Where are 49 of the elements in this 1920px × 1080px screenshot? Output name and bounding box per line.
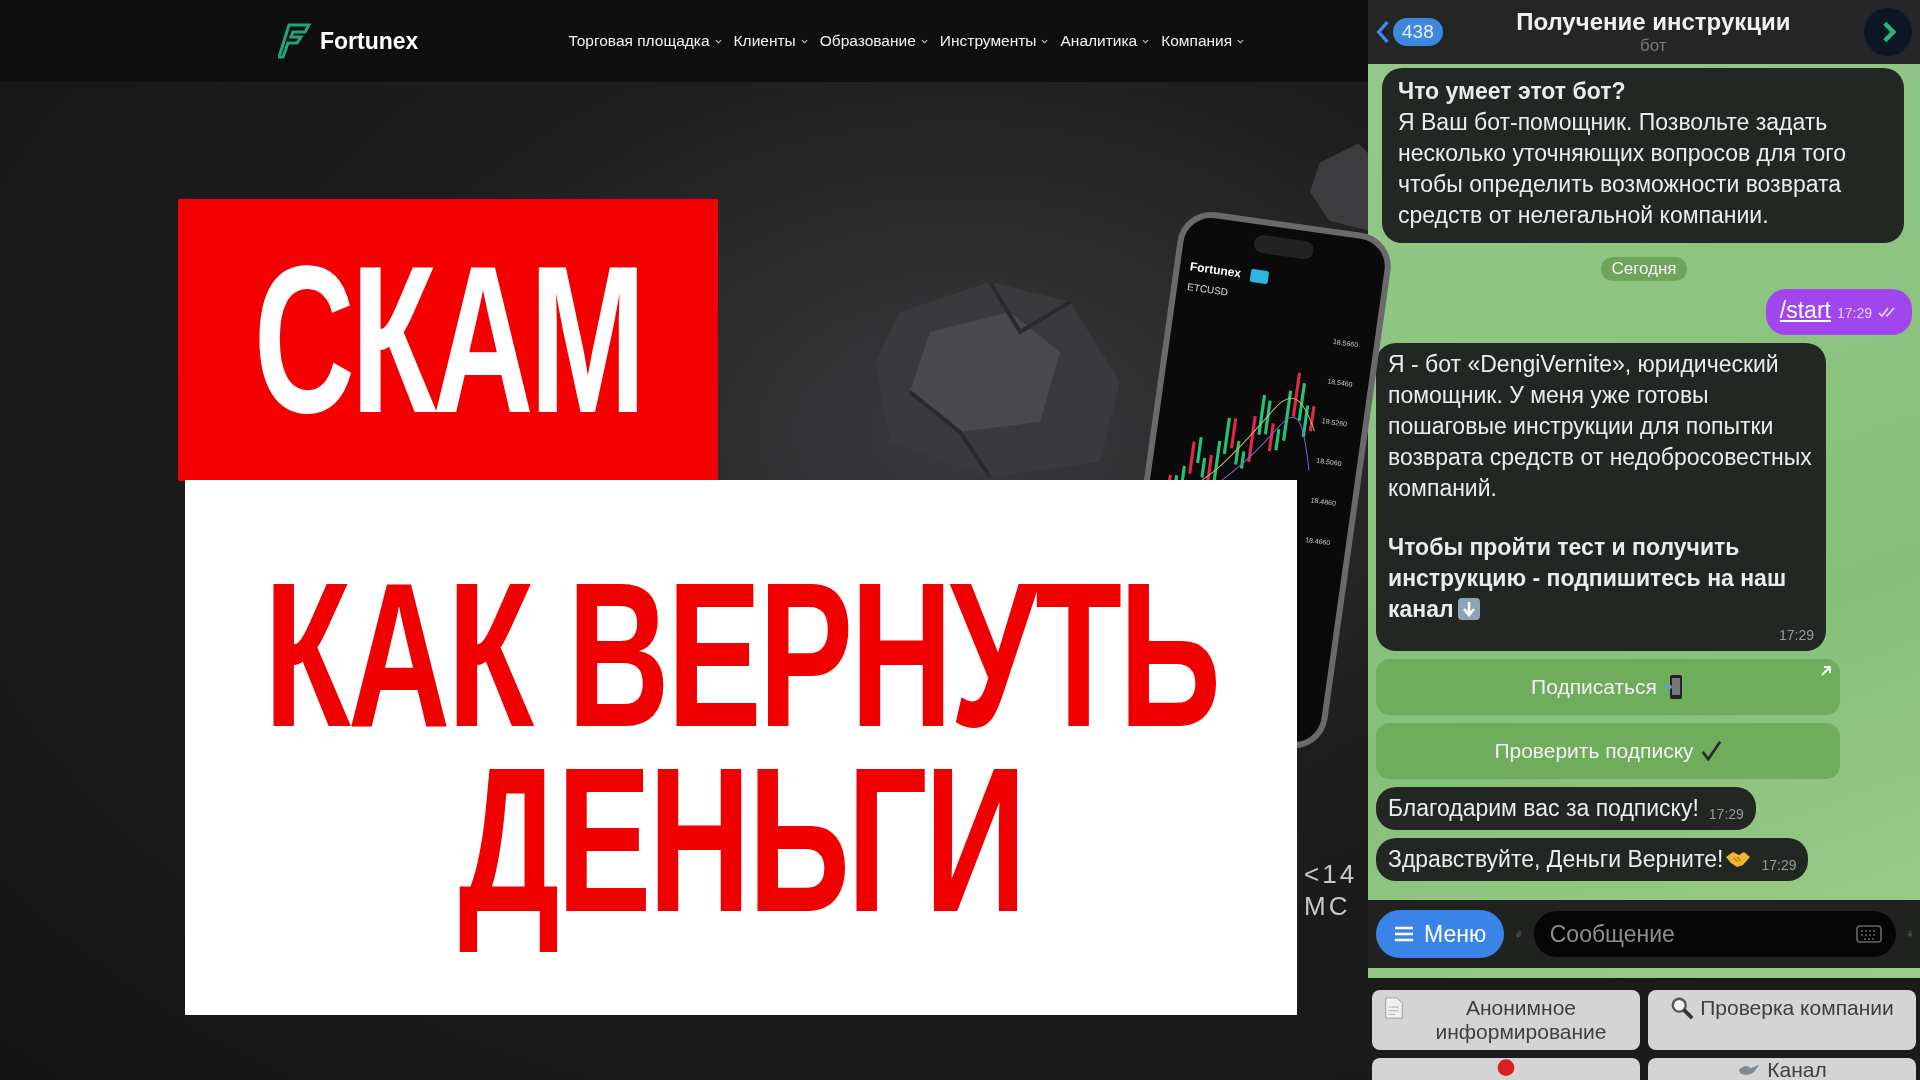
phone-icon [1662, 674, 1685, 700]
description-heading: Что умеет этот бот? [1398, 77, 1627, 106]
keyboard-button[interactable]: Канал [1648, 1058, 1916, 1080]
message-text: Я - бот «DengiVernite», юридический помощник. У меня уже готовы пошаговые инструкции для попытки возврата средств от недобросовестных компаний. [1388, 350, 1813, 503]
menu-button[interactable]: Меню [1376, 910, 1505, 958]
document-icon [1382, 996, 1406, 1020]
external-link-icon [1820, 665, 1832, 677]
message-text: Чтобы пройти тест и получить инструкцию - подпишитесь на наш канал [1388, 533, 1788, 624]
search-icon [1670, 996, 1695, 1020]
candle [1297, 383, 1306, 421]
date-chip: Сегодня [1601, 257, 1687, 281]
check-icon [1699, 738, 1722, 764]
nav-link[interactable]: Компания [1161, 32, 1245, 50]
message-text: Благодарим вас за подписку! [1388, 794, 1699, 823]
nav-link[interactable]: Аналитика [1060, 32, 1150, 50]
forward-icon[interactable] [1864, 8, 1912, 56]
corner-note: <14 [1304, 858, 1358, 890]
corner-note: МС [1304, 890, 1352, 922]
message-input[interactable]: Сообщение [1533, 911, 1896, 957]
message-time: 17:29 [1708, 805, 1744, 824]
command-link[interactable]: /start [1779, 295, 1831, 326]
message-time: 17:29 [1761, 856, 1797, 875]
keyboard-icon[interactable] [1855, 925, 1882, 943]
message-text: Здравствуйте, Деньги Верните! [1388, 844, 1752, 875]
candle [1229, 418, 1238, 449]
logo-icon [278, 23, 312, 59]
unread-count: 438 [1393, 18, 1443, 46]
candle [1291, 372, 1302, 417]
symbol-label: ETCUSD [1186, 281, 1230, 300]
description-text: Я Ваш бот-помощник. Позвольте задать несколько уточняющих вопросов для того чтобы определить возможности возврата средств от нелегальной компании. [1398, 108, 1847, 230]
wallet-icon [1250, 268, 1270, 284]
keyboard-button[interactable]: Анонимное информирование [1372, 990, 1640, 1050]
candle [1222, 417, 1231, 455]
title-text: СКАМ [253, 220, 643, 459]
logo-text[interactable]: Fortunex [320, 27, 419, 55]
message-time: 17:29 [1778, 626, 1814, 645]
message-time: 17:29 [1836, 304, 1872, 323]
menu-icon [1394, 926, 1414, 942]
candle [1263, 400, 1272, 435]
chat-subtitle: бот [1640, 36, 1667, 56]
phone-brand: Fortunex [1189, 259, 1242, 281]
nav-link[interactable]: Клиенты [733, 32, 808, 50]
nav-link[interactable]: Образование [819, 32, 928, 50]
nav-link[interactable]: Торговая площадка [568, 32, 722, 50]
chat-title: Получение инструкции [1516, 8, 1791, 36]
nav-link[interactable]: Инструменты [939, 32, 1049, 50]
keyboard-button[interactable]: Проверка компании [1648, 990, 1916, 1050]
candle [1301, 405, 1310, 438]
back-icon[interactable] [1376, 20, 1390, 44]
